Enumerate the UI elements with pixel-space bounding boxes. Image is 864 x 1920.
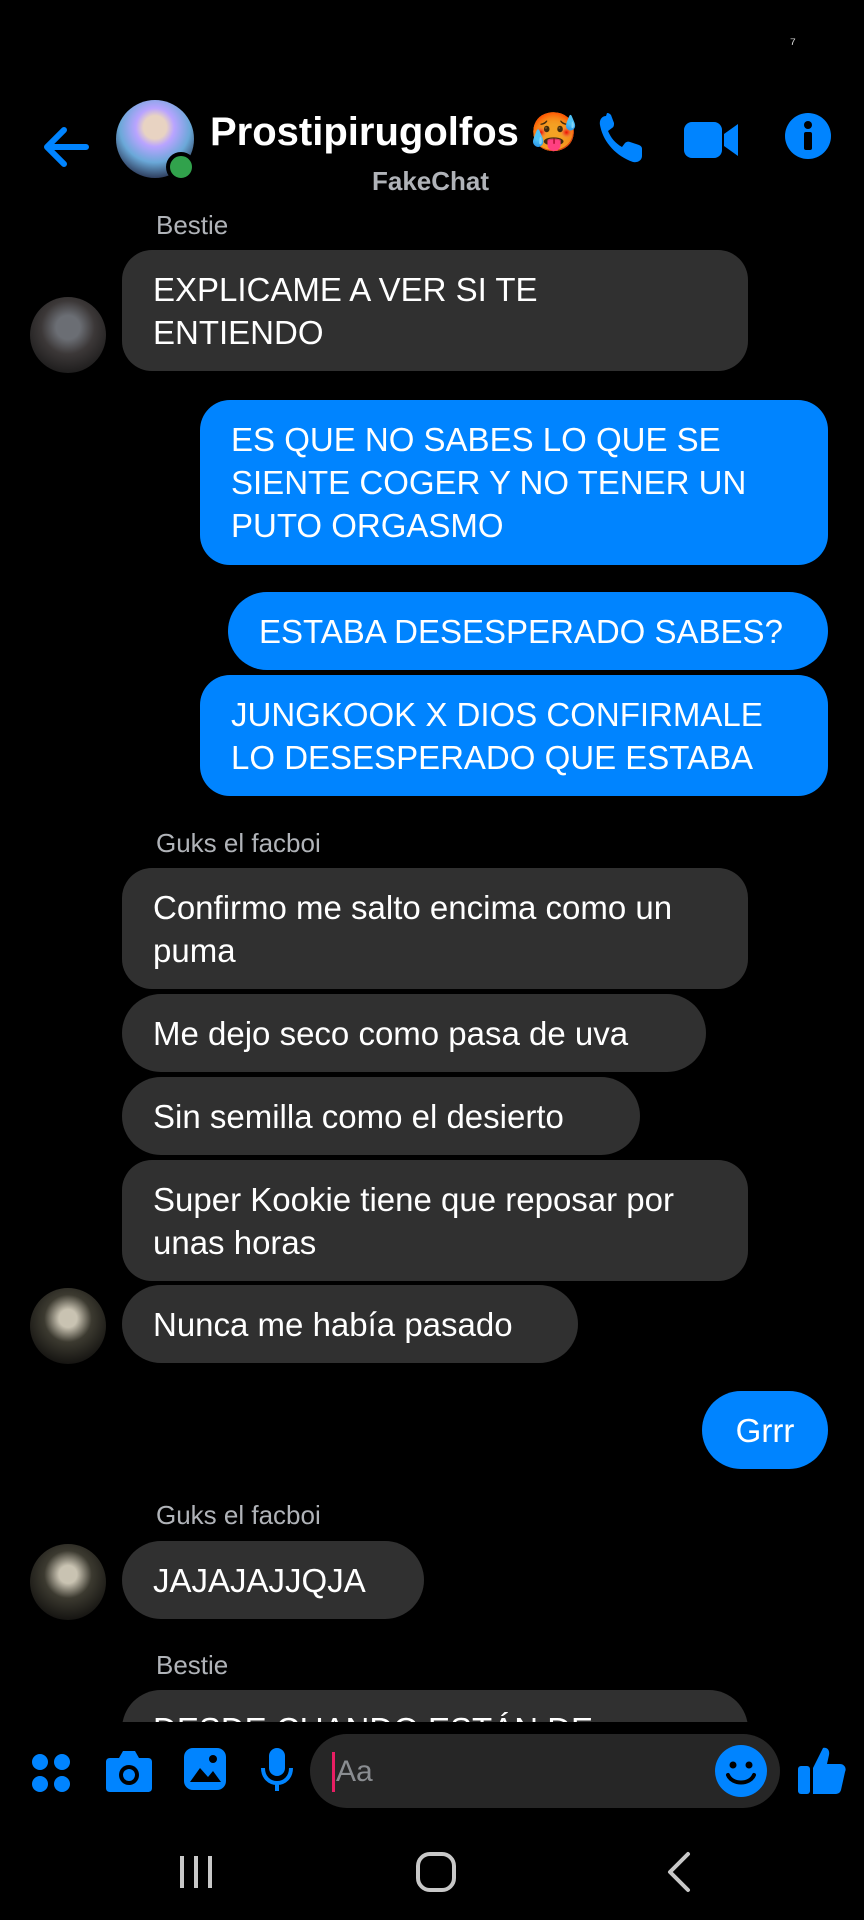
message-input[interactable] [334,1752,698,1792]
back-icon[interactable] [664,1850,694,1899]
message-clip: DESDE CUANDO ESTÁN DE [0,1690,864,1722]
message-bubble-outgoing[interactable]: ESTABA DESESPERADO SABES? [228,592,828,670]
message-bubble-incoming[interactable]: DESDE CUANDO ESTÁN DE [122,1690,748,1722]
message-bubble-incoming[interactable]: Nunca me había pasado [122,1285,578,1363]
sender-name: Guks el facboi [156,1500,321,1530]
composer-bar [0,1722,864,1822]
thumbs-up-icon[interactable] [796,1744,848,1801]
image-icon[interactable] [182,1746,228,1797]
message-bubble-outgoing[interactable]: JUNGKOOK X DIOS CONFIRMALE LO DESESPERAD… [200,675,828,796]
message-bubble-incoming[interactable]: Confirmo me salto encima como un puma [122,868,748,989]
info-icon[interactable] [784,112,832,165]
avatar[interactable] [30,1288,106,1364]
phone-icon[interactable] [596,112,646,171]
sender-name: Bestie [156,210,229,240]
message-bubble-incoming[interactable]: Super Kookie tiene que reposar por unas … [122,1160,748,1281]
status-indicator: ⁷ [790,36,796,53]
video-camera-icon[interactable] [682,118,740,167]
emoji-icon[interactable] [714,1744,768,1803]
camera-icon[interactable] [104,1748,154,1799]
system-nav-bar [0,1830,864,1920]
message-bubble-incoming[interactable]: JAJAJAJJQJA [122,1541,424,1619]
message-bubble-outgoing[interactable]: Grrr [702,1391,828,1469]
apps-dots-icon[interactable] [30,1752,72,1799]
message-bubble-incoming[interactable]: Me dejo seco como pasa de uva [122,994,706,1072]
chat-subtitle: FakeChat [372,166,490,196]
avatar[interactable] [30,297,106,373]
message-bubble-incoming[interactable]: Sin semilla como el desierto [122,1077,640,1155]
home-icon[interactable] [414,1850,458,1899]
message-bubble-incoming[interactable]: EXPLICAME A VER SI TE ENTIENDO [122,250,748,371]
sender-name: Bestie [156,1650,229,1680]
back-arrow-icon[interactable] [38,122,94,172]
chat-title[interactable]: Prostipirugolfos 🥵 [210,110,577,155]
chat-title-text: Prostipirugolfos [210,110,519,154]
sender-name: Guks el facboi [156,828,321,858]
microphone-icon[interactable] [260,1746,294,1799]
hot-face-emoji: 🥵 [530,112,578,154]
chat-header: Prostipirugolfos 🥵 FakeChat [0,100,864,210]
message-input-container[interactable] [310,1734,780,1808]
online-status-dot [166,152,196,182]
message-bubble-outgoing[interactable]: ES QUE NO SABES LO QUE SE SIENTE COGER Y… [200,400,828,565]
avatar[interactable] [30,1544,106,1620]
recent-apps-icon[interactable] [178,1852,214,1897]
